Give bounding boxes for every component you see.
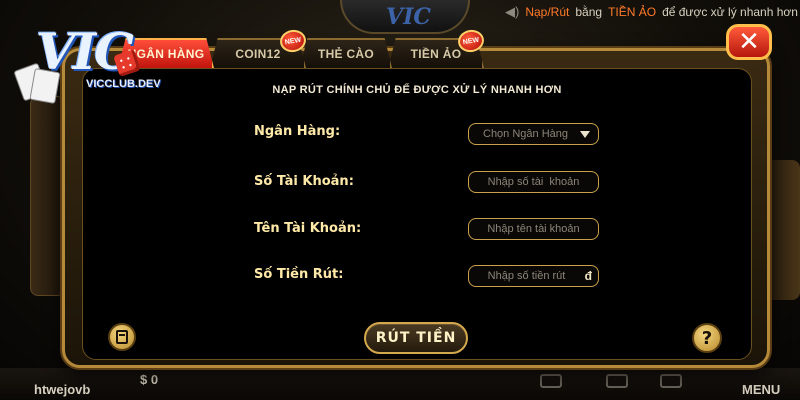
marquee-prefix: Nạp/Rút	[525, 5, 570, 19]
menu-button[interactable]: MENU	[742, 382, 780, 397]
marquee-suffix: để được xử lý nhanh hơn	[662, 5, 798, 19]
top-banner-logo: VIC	[386, 4, 431, 30]
form-heading: NẠP RÚT CHÍNH CHỦ ĐỂ ĐƯỢC XỬ LÝ NHANH HƠ…	[272, 84, 562, 96]
account-name-input[interactable]	[469, 219, 598, 239]
bank-select-value: Chọn Ngân Hàng	[483, 128, 569, 140]
amount-field-wrap: đ	[468, 265, 599, 287]
coin-balance: $ 0	[140, 372, 159, 387]
amount-label: Số Tiền Rút:	[254, 267, 344, 282]
speaker-icon[interactable]: ◀)	[505, 4, 519, 20]
marquee-highlight: TIỀN ẢO	[608, 5, 657, 19]
bank-label: Ngân Hàng:	[254, 124, 341, 139]
username-label: htwejovb	[34, 382, 91, 397]
question-icon: ?	[701, 327, 713, 349]
document-icon	[116, 330, 128, 344]
withdraw-button[interactable]: RÚT TIỀN	[364, 322, 468, 354]
bank-select[interactable]: Chọn Ngân Hàng	[468, 123, 599, 145]
help-button[interactable]: ?	[692, 323, 722, 353]
account-number-label: Số Tài Khoản:	[254, 174, 354, 189]
account-name-label: Tên Tài Khoản:	[254, 221, 362, 236]
marquee-mid: bằng	[575, 5, 603, 19]
caret-down-icon	[580, 131, 590, 138]
bottom-icon-mail[interactable]	[660, 374, 682, 388]
background-game-tile-left	[30, 96, 65, 296]
history-button[interactable]	[108, 323, 136, 351]
amount-input[interactable]	[469, 266, 598, 286]
account-number-input[interactable]	[469, 172, 598, 192]
bottom-icon-grid[interactable]	[606, 374, 628, 388]
account-number-field-wrap	[468, 171, 599, 193]
withdraw-form-panel	[82, 68, 752, 360]
announcement-marquee: ◀) Nạp/Rút bằng TIỀN ẢO để được xử lý nh…	[505, 2, 800, 22]
bottom-icon-cards[interactable]	[540, 374, 562, 388]
account-name-field-wrap	[468, 218, 599, 240]
close-button[interactable]: ✕	[726, 24, 772, 60]
currency-symbol: đ	[584, 269, 592, 283]
tab-scratch-card[interactable]: THẺ CÀO	[300, 38, 392, 68]
close-icon: ✕	[738, 27, 760, 57]
